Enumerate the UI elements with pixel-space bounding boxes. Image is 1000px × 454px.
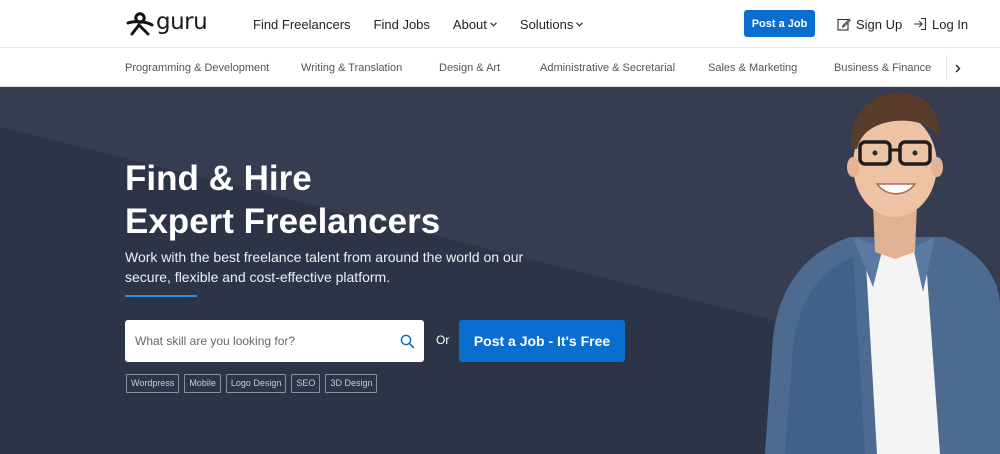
guru-logo[interactable]: guru (126, 8, 208, 37)
skill-search-box (125, 320, 424, 362)
sign-up-link[interactable]: Sign Up (837, 0, 902, 48)
nav-find-jobs[interactable]: Find Jobs (374, 17, 430, 32)
tag-logo-design[interactable]: Logo Design (225, 374, 287, 393)
hero-underline (125, 295, 197, 297)
hero-person-image (765, 92, 1000, 454)
log-in-link[interactable]: Log In (913, 0, 968, 48)
nav-solutions[interactable]: Solutions (519, 16, 584, 32)
hero-title-line-1: Find & Hire (125, 159, 312, 198)
logo-text: guru (156, 8, 208, 35)
hero-title-line-2: Expert Freelancers (125, 202, 441, 241)
nav-label: Solutions (519, 16, 574, 32)
nav-find-freelancers[interactable]: Find Freelancers (253, 17, 351, 32)
tag-seo[interactable]: SEO (291, 374, 321, 393)
post-job-free-button[interactable]: Post a Job - It's Free (459, 320, 625, 362)
nav-label: Find Freelancers (253, 16, 351, 32)
or-label: Or (436, 333, 450, 347)
hero-section: Find & Hire Expert Freelancers Work with… (0, 87, 1000, 454)
category-writing-translation[interactable]: Writing & Translation (301, 49, 402, 87)
tag-mobile[interactable]: Mobile (184, 374, 221, 393)
skill-search-input[interactable] (125, 320, 390, 362)
main-nav: Find Freelancers Find Jobs About Solutio… (253, 0, 606, 48)
chevron-down-icon (576, 20, 584, 29)
edit-icon (837, 18, 851, 31)
hero-title: Find & Hire Expert Freelancers (125, 157, 440, 243)
category-programming-development[interactable]: Programming & Development (125, 49, 269, 87)
category-scroll-right-button[interactable] (946, 55, 968, 81)
hero-subtitle: Work with the best freelance talent from… (125, 249, 524, 285)
log-in-label: Log In (932, 16, 969, 32)
top-header: guru Find Freelancers Find Jobs About So… (0, 0, 1000, 48)
category-administrative-secretarial[interactable]: Administrative & Secretarial (540, 49, 675, 87)
guru-logo-icon (126, 12, 154, 36)
search-button[interactable] (390, 320, 424, 362)
chevron-down-icon (489, 20, 497, 29)
nav-about[interactable]: About (453, 17, 497, 32)
tag-wordpress[interactable]: Wordpress (126, 374, 180, 393)
nav-label: Find Jobs (373, 16, 430, 32)
search-icon (400, 334, 414, 348)
chevron-right-icon (955, 64, 960, 72)
popular-skill-tags: Wordpress Mobile Logo Design SEO 3D Desi… (126, 374, 378, 393)
post-job-button[interactable]: Post a Job (744, 10, 815, 37)
category-sales-marketing[interactable]: Sales & Marketing (708, 49, 797, 87)
nav-label: About (452, 16, 487, 32)
tag-3d-design[interactable]: 3D Design (325, 374, 378, 393)
category-bar: Programming & Development Writing & Tran… (0, 49, 1000, 87)
category-design-art[interactable]: Design & Art (439, 49, 500, 87)
login-icon (914, 17, 927, 31)
sign-up-label: Sign Up (856, 16, 903, 32)
category-business-finance[interactable]: Business & Finance (834, 49, 931, 87)
